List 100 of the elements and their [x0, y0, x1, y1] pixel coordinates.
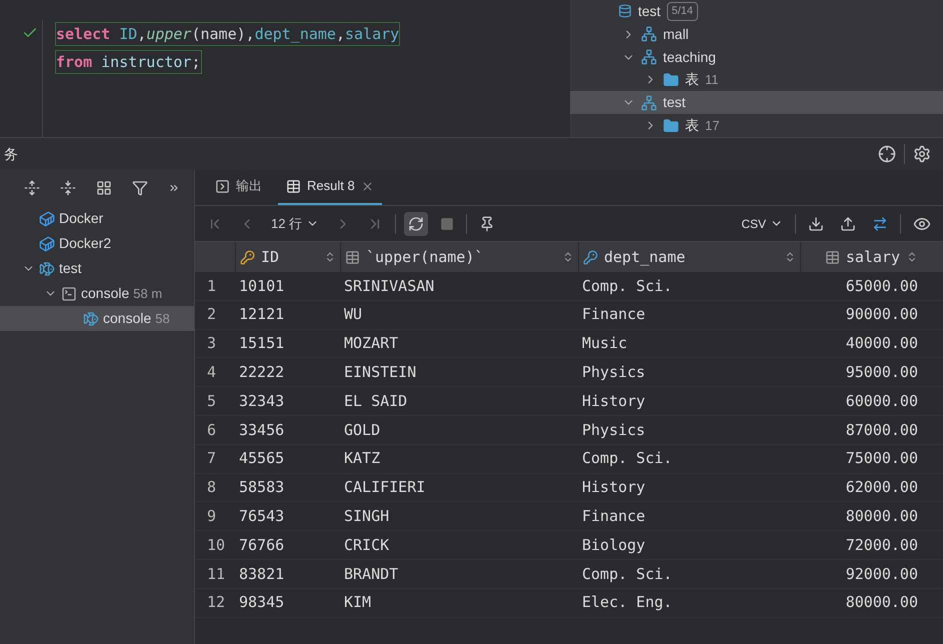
table-cell-text: GOLD: [343, 420, 382, 441]
table-cell-text: 12121: [238, 304, 286, 326]
expand-icon: [24, 180, 40, 196]
column-icon: [345, 250, 360, 264]
table-cell-text: Physics: [581, 420, 646, 441]
index-column-icon: [583, 250, 598, 264]
folder-icon: [663, 118, 679, 134]
table-cell-text: 22222: [238, 362, 286, 384]
row-count-dropdown[interactable]: 12 行: [267, 214, 324, 234]
panel-title: 务: [3, 144, 18, 164]
column-header[interactable]: `upper(name)`: [340, 242, 578, 272]
table-cell-text: 75000.00: [844, 448, 919, 470]
table-cell-text: Elec. Eng.: [581, 592, 674, 614]
table-cell-text: 58583: [238, 477, 286, 498]
row-number: 7: [206, 448, 218, 470]
table-cell-text: 33456: [238, 420, 286, 441]
sort-icon[interactable]: [784, 251, 796, 263]
table-cell-text: EL SAID: [343, 390, 408, 412]
service-item[interactable]: console 58 m: [0, 281, 194, 306]
service-item[interactable]: console 58: [0, 306, 194, 331]
table-cell-text: Finance: [581, 304, 646, 326]
table-cell-text: Comp. Sci.: [581, 448, 674, 470]
sort-icon[interactable]: [324, 251, 336, 263]
tree-item[interactable]: 表 11: [570, 68, 943, 92]
filter-icon: [132, 180, 148, 196]
double-chevron-icon: [168, 182, 180, 194]
export-format-dropdown[interactable]: CSV: [737, 214, 787, 232]
schema-icon: [641, 94, 657, 111]
table-cell-text: KATZ: [343, 448, 382, 470]
result-tab[interactable]: Result 8: [278, 169, 382, 205]
table-cell-text: WU: [343, 304, 364, 326]
table-cell-text: 45565: [238, 448, 286, 470]
schema-icon: [641, 26, 657, 42]
service-item[interactable]: test: [0, 256, 194, 281]
table-cell-text: 10101: [238, 276, 286, 297]
sort-icon[interactable]: [906, 251, 918, 263]
download-icon: [808, 216, 824, 232]
console-icon: [61, 286, 77, 302]
table-cell-text: 40000.00: [844, 333, 919, 354]
crosshair-icon: [878, 145, 896, 163]
schema-icon: [641, 49, 657, 66]
table-cell-text: 80000.00: [844, 592, 919, 614]
stop-icon: [440, 216, 454, 230]
row-number: 3: [206, 333, 218, 354]
table-cell-text: 80000.00: [844, 506, 919, 528]
output-icon: [215, 178, 230, 194]
table-cell-text: 76766: [238, 534, 286, 556]
fish-icon: [83, 310, 99, 326]
column-header[interactable]: ID: [235, 242, 340, 272]
table-cell-text: 87000.00: [844, 420, 919, 441]
table-cell-text: 15151: [238, 333, 286, 354]
fish-icon: [39, 260, 55, 276]
tree-item[interactable]: mall: [570, 22, 943, 46]
table-cell-text: Biology: [581, 534, 646, 556]
table-cell-text: CRICK: [343, 534, 390, 556]
table-cell-text: BRANDT: [343, 564, 400, 585]
table-cell-text: 32343: [238, 390, 286, 412]
row-number: 5: [206, 390, 218, 412]
row-number: 8: [206, 477, 218, 498]
table-cell-text: 83821: [238, 564, 286, 585]
container-icon: [39, 210, 55, 226]
collapse-icon: [60, 180, 76, 196]
row-number: 11: [206, 564, 226, 585]
refresh-icon: [408, 216, 424, 232]
service-item[interactable]: Docker: [0, 206, 194, 231]
column-header[interactable]: salary: [800, 242, 922, 272]
column-icon: [824, 250, 840, 264]
folder-icon: [663, 72, 679, 88]
table-cell-text: Music: [581, 333, 628, 354]
result-tab[interactable]: 输出: [207, 169, 270, 205]
table-cell-text: 92000.00: [844, 564, 919, 585]
row-number: 1: [206, 276, 218, 297]
table-cell-text: Comp. Sci.: [581, 276, 674, 297]
table-cell-text: MOZART: [343, 333, 400, 354]
table-cell-text: 95000.00: [844, 362, 919, 384]
upload-icon: [840, 216, 856, 232]
refresh-button[interactable]: [404, 212, 428, 236]
tree-item[interactable]: test: [570, 91, 943, 114]
row-number: 12: [206, 592, 226, 614]
table-icon: [286, 178, 301, 194]
tree-item[interactable]: test 5/14: [570, 0, 943, 23]
row-number: 2: [206, 304, 218, 326]
table-cell-text: CALIFIERI: [343, 477, 426, 498]
row-number: 10: [206, 534, 226, 556]
settings-icon: [913, 145, 931, 163]
row-number: 6: [206, 420, 218, 441]
table-cell-text: Finance: [581, 506, 646, 528]
tree-item[interactable]: teaching: [570, 46, 943, 68]
key-column-icon: [240, 250, 255, 264]
table-cell-text: Physics: [581, 362, 646, 384]
sort-icon[interactable]: [562, 251, 574, 263]
service-item[interactable]: Docker2: [0, 231, 194, 256]
table-cell-text: 65000.00: [844, 276, 919, 297]
tree-item[interactable]: 表 17: [570, 114, 943, 137]
table-cell-text: 98345: [238, 592, 286, 614]
column-header[interactable]: dept_name: [578, 242, 800, 272]
row-number: 4: [206, 362, 218, 384]
pin-icon: [479, 216, 496, 232]
close-icon[interactable]: [360, 180, 374, 192]
container-icon: [39, 236, 55, 252]
